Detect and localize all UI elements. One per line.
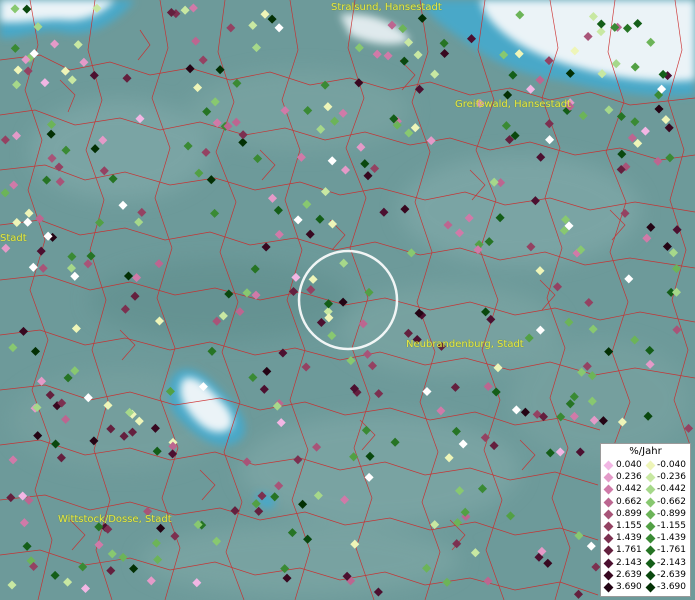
legend-value-positive: 0.662 [616,496,642,507]
legend-swatch-positive [603,545,614,556]
legend-swatch-negative [645,484,656,495]
legend-swatch-positive [603,570,614,581]
legend-value-positive: 3.690 [616,582,642,592]
legend-value-positive: 2.143 [616,557,642,568]
legend-value-negative: -0.899 [657,508,687,519]
legend-row: 0.899 -0.899 [601,509,690,520]
legend-value-negative: -1.439 [657,533,687,544]
city-label-neubrandenburg[interactable]: Neubrandenburg, Stadt [406,339,524,350]
legend-swatch-positive [603,533,614,544]
legend-swatch-positive [603,521,614,532]
legend-swatch-negative [645,533,656,544]
legend-row: 0.442 -0.442 [601,484,690,495]
legend-swatch-negative [645,509,656,520]
legend-value-positive: 1.439 [616,533,642,544]
legend-value-negative: -0.040 [657,460,687,470]
legend-row: 0.662 -0.662 [601,497,690,508]
legend-title: %/Jahr [629,446,662,457]
legend-value-negative: -0.442 [657,484,687,495]
city-label-partial[interactable]: Stadt [0,233,27,244]
legend: %/Jahr 0.040 -0.040 0.236 -0.236 0.442 -0.442… [600,443,691,597]
legend-swatch-negative [645,582,656,593]
legend-row: 0.236 -0.236 [601,472,690,483]
legend-value-positive: 0.040 [616,460,642,470]
legend-value-positive: 0.899 [616,508,642,519]
legend-swatch-negative [645,460,656,471]
legend-swatch-positive [603,460,614,471]
city-label-stralsund[interactable]: Stralsund, Hansestadt [331,2,442,13]
legend-swatch-positive [603,582,614,593]
legend-value-negative: -1.761 [657,545,687,556]
legend-swatch-negative [645,545,656,556]
legend-swatch-negative [645,570,656,581]
legend-value-negative: -0.662 [657,496,687,507]
legend-swatch-positive [603,509,614,520]
legend-swatch-positive [603,558,614,569]
legend-value-positive: 0.442 [616,484,642,495]
legend-swatch-negative [645,472,656,483]
map-canvas[interactable] [0,0,695,600]
legend-value-positive: 2.639 [616,569,642,580]
legend-row: 1.761 -1.761 [601,545,690,556]
legend-row: 0.040 -0.040 [601,460,690,471]
legend-value-positive: 0.236 [616,472,642,483]
legend-row: 2.143 -2.143 [601,558,690,569]
legend-row: 3.690 -3.690 [601,582,690,593]
legend-value-negative: -3.690 [657,582,687,592]
legend-swatch-positive [603,484,614,495]
legend-value-negative: -2.639 [657,569,687,580]
city-label-wittstock[interactable]: Wittstock/Dosse, Stadt [58,514,172,525]
legend-swatch-positive [603,472,614,483]
legend-value-positive: 1.155 [616,521,642,531]
legend-row: 2.639 -2.639 [601,570,690,581]
legend-value-negative: -2.143 [657,557,687,568]
legend-row: 1.155 -1.155 [601,521,690,532]
legend-swatch-negative [645,497,656,508]
legend-swatch-negative [645,521,656,532]
legend-value-negative: -1.155 [657,521,687,531]
legend-value-positive: 1.761 [616,545,642,556]
city-label-greifswald[interactable]: Greifswald, Hansestadt [455,99,571,110]
legend-value-negative: -0.236 [657,472,687,483]
legend-swatch-negative [645,558,656,569]
legend-swatch-positive [603,497,614,508]
legend-row: 1.439 -1.439 [601,533,690,544]
